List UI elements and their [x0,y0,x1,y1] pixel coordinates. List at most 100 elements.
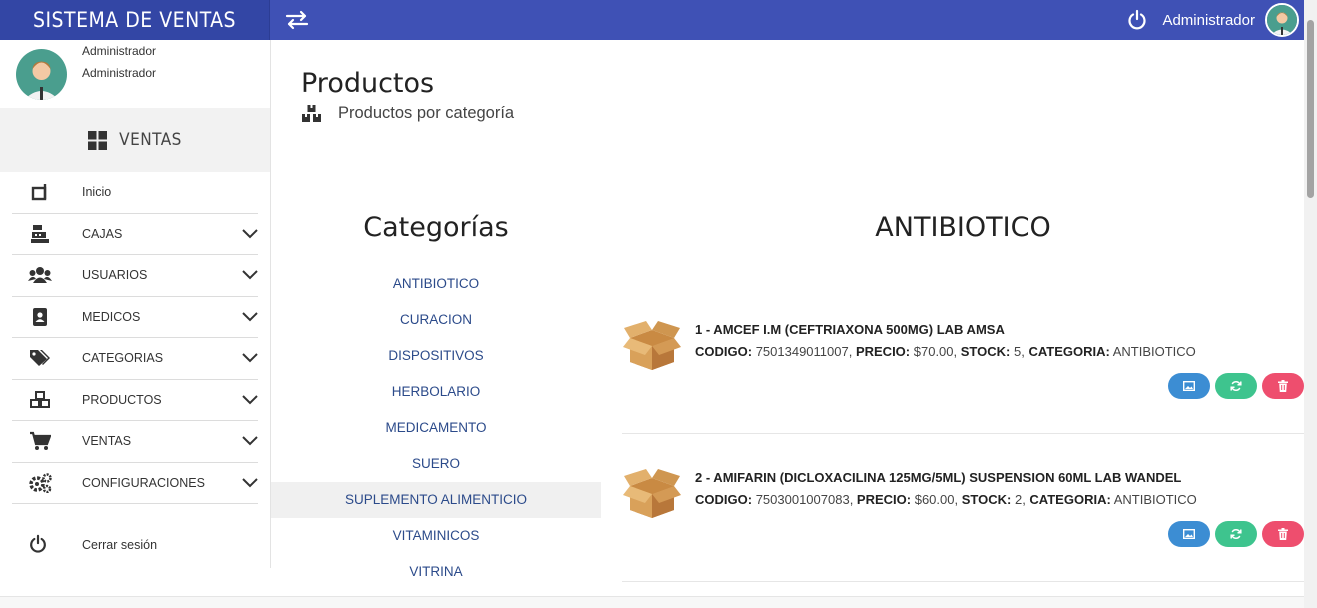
products-category-title: ANTIBIOTICO [875,212,1051,243]
gears-icon [28,472,52,494]
price-label: PRECIO: [856,492,912,507]
product-name: 1 - AMCEF I.M (CEFTRIAXONA 500MG) LAB AM… [695,322,1005,337]
top-avatar[interactable] [1265,3,1299,37]
logout-label: Cerrar sesión [82,538,158,552]
page-title: Productos [301,68,435,99]
categories-list: ANTIBIOTICO CURACION DISPOSITIVOS HERBOL… [271,266,601,590]
chevron-down-icon [242,395,258,405]
update-button[interactable] [1215,521,1257,547]
trash-icon [1278,380,1288,392]
profile-role: Administrador [82,66,157,80]
cubes-icon [302,105,321,122]
category-link[interactable]: VITRINA [271,554,601,590]
category-link[interactable]: CURACION [271,302,601,338]
sidebar-item-label: Inicio [82,185,112,200]
horizontal-scrollbar[interactable] [0,596,1304,608]
sidebar-item-cajas[interactable]: CAJAS [12,214,258,255]
sidebar-item-productos[interactable]: PRODUCTOS [12,380,258,421]
category-link[interactable]: MEDICAMENTO [271,410,601,446]
top-right-group: Administrador [1126,0,1299,40]
sidebar-item-usuarios[interactable]: USUARIOS [12,255,258,297]
sidebar-item-inicio[interactable]: Inicio [12,172,258,214]
cart-icon [28,430,52,452]
power-icon[interactable] [1126,9,1148,31]
product-actions [1168,521,1304,547]
sidebar-item-label: CAJAS [82,226,123,241]
cash-register-icon [28,223,52,245]
product-code: 7501349011007 [755,344,849,359]
product-code: 7503001007083 [755,492,850,507]
tablet-icon [28,181,52,203]
chevron-down-icon [242,478,258,488]
scrollbar-thumb[interactable] [1307,20,1314,198]
category-link[interactable]: VITAMINICOS [271,518,601,554]
avatar [16,49,67,100]
product-category: ANTIBIOTICO [1113,492,1197,507]
users-icon [28,264,52,286]
code-label: CODIGO: [695,492,753,507]
category-link-highlighted[interactable]: SUPLEMENTO ALIMENTICIO [271,482,601,518]
product-price: $70.00 [913,344,954,359]
sidebar-item-label: VENTAS [82,434,132,449]
cubes-icon [28,389,52,411]
image-button[interactable] [1168,373,1210,399]
product-category: ANTIBIOTICO [1112,344,1196,359]
brand-title[interactable]: SISTEMA DE VENTAS [0,0,270,40]
vertical-scrollbar[interactable] [1304,0,1317,608]
logout-button[interactable]: Cerrar sesión [12,528,258,562]
product-details: CODIGO: 7501349011007, PRECIO: $70.00, S… [695,344,1196,359]
update-button[interactable] [1215,373,1257,399]
product-actions [1168,373,1304,399]
page-subtitle-text: Productos por categoría [338,104,515,122]
profile-card: Administrador Administrador [0,40,270,108]
sidebar-item-configuraciones[interactable]: CONFIGURACIONES [12,463,258,504]
product-stock: 5 [1013,344,1022,359]
chevron-down-icon [242,436,258,446]
refresh-icon [1230,529,1242,539]
category-label: CATEGORIA: [1028,344,1110,359]
grid-icon [88,130,108,150]
price-label: PRECIO: [855,344,911,359]
sidebar: Administrador Administrador VENTAS Inici… [0,40,271,568]
sidebar-item-categorias[interactable]: CATEGORIAS [12,338,258,380]
chevron-down-icon [242,353,258,363]
sidebar-item-label: MEDICOS [82,309,141,324]
power-icon [28,534,52,556]
product-details: CODIGO: 7503001007083, PRECIO: $60.00, S… [695,492,1197,507]
sidebar-menu: Inicio CAJAS USUARIOS MEDICOS CATEGORIAS… [12,172,258,504]
image-icon [1183,529,1195,539]
category-label: CATEGORIA: [1029,492,1111,507]
product-stock: 2 [1014,492,1023,507]
chevron-down-icon [242,270,258,280]
top-bar: SISTEMA DE VENTAS Administrador [0,0,1317,40]
trash-icon [1278,528,1288,540]
top-user-name[interactable]: Administrador [1162,12,1255,29]
image-button[interactable] [1168,521,1210,547]
sidebar-toggle-icon[interactable] [284,8,310,32]
section-header-ventas: VENTAS [0,108,270,172]
category-link[interactable]: DISPOSITIVOS [271,338,601,374]
category-link[interactable]: HERBOLARIO [271,374,601,410]
sidebar-item-medicos[interactable]: MEDICOS [12,297,258,338]
sidebar-item-ventas[interactable]: VENTAS [12,421,258,463]
app-root: SISTEMA DE VENTAS Administrador Administ… [0,0,1317,608]
sidebar-item-label: CATEGORIAS [82,351,164,366]
profile-name: Administrador [82,44,157,58]
sidebar-item-label: PRODUCTOS [82,392,162,407]
stock-label: STOCK: [961,492,1012,507]
delete-button[interactable] [1262,373,1304,399]
category-link[interactable]: SUERO [271,446,601,482]
code-label: CODIGO: [695,344,753,359]
chevron-down-icon [242,229,258,239]
page-subtitle: Productos por categoría [301,104,514,123]
chevron-down-icon [242,312,258,322]
stock-label: STOCK: [960,344,1011,359]
product-row: 1 - AMCEF I.M (CEFTRIAXONA 500MG) LAB AM… [622,286,1304,434]
sidebar-item-label: USUARIOS [82,268,148,283]
product-price: $60.00 [914,492,955,507]
categories-title: Categorías [363,212,509,243]
product-row: 2 - AMIFARIN (DICLOXACILINA 125MG/5ML) S… [622,434,1304,582]
delete-button[interactable] [1262,521,1304,547]
category-link[interactable]: ANTIBIOTICO [271,266,601,302]
sidebar-item-label: CONFIGURACIONES [82,475,205,490]
